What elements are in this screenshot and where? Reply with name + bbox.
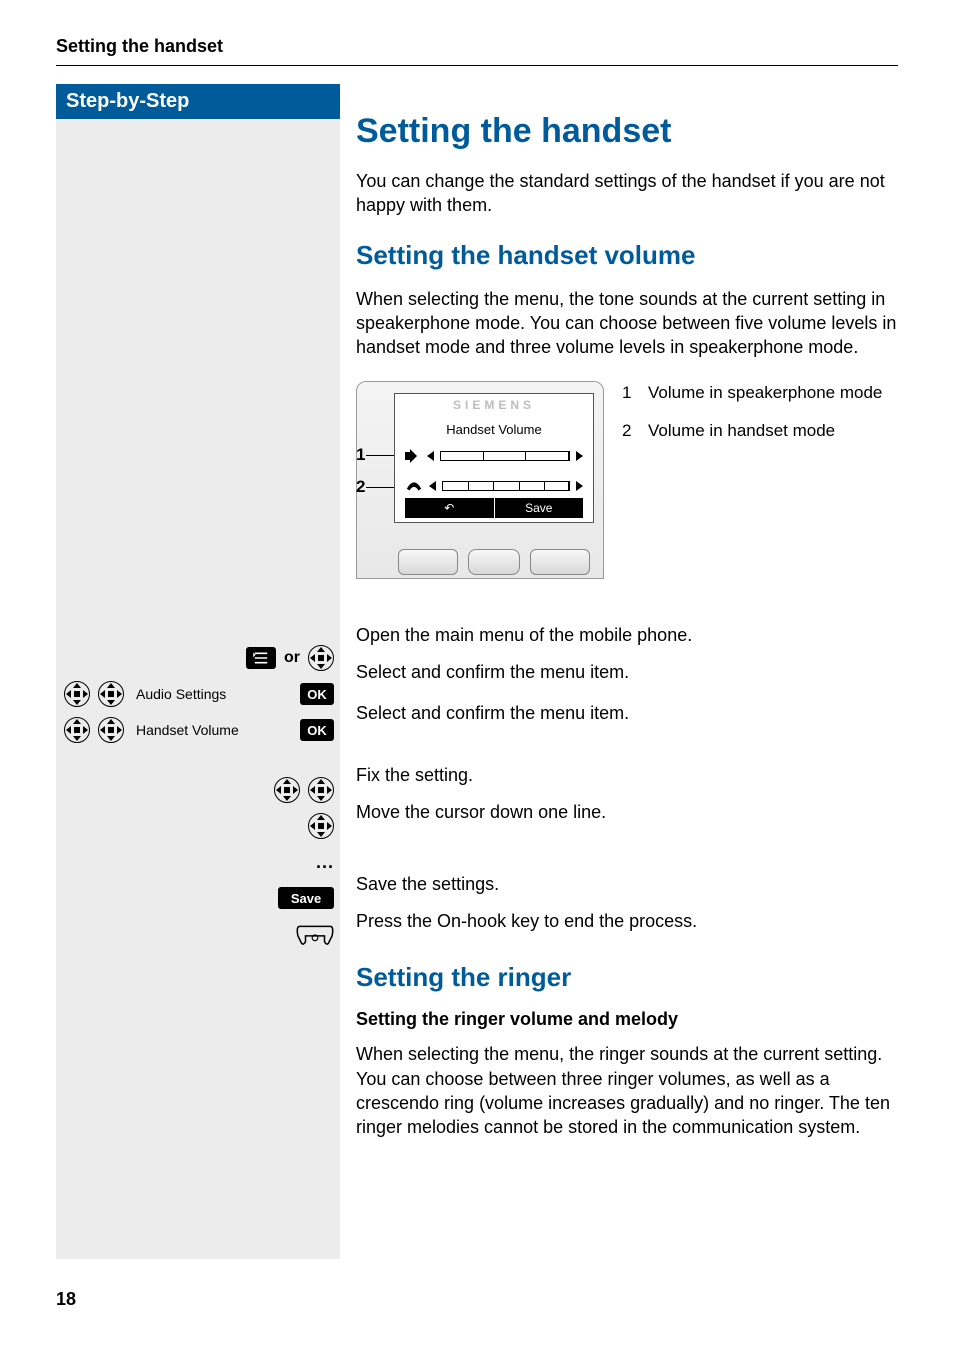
nav-pad-icon xyxy=(98,681,124,707)
arrow-left-icon xyxy=(427,451,434,461)
step-move-down: Move the cursor down one line. xyxy=(356,797,898,827)
sidebar: Step-by-Step or Audio Settings OK xyxy=(56,84,340,1259)
page-title: Setting the handset xyxy=(356,112,898,151)
diagram-legend: 1 Volume in speakerphone mode 2 Volume i… xyxy=(622,381,882,457)
legend-number-1: 1 xyxy=(622,381,638,405)
step-onhook xyxy=(62,919,334,949)
nav-pad-icon xyxy=(308,813,334,839)
arrow-left-icon xyxy=(429,481,436,491)
device-button-left xyxy=(398,549,458,575)
running-header: Setting the handset xyxy=(56,36,898,57)
save-badge: Save xyxy=(278,887,334,909)
onhook-key-icon xyxy=(296,922,334,946)
section-volume-title: Setting the handset volume xyxy=(356,240,898,271)
handset-diagram: 1 2 SIEMENS Handset Volume xyxy=(356,381,604,579)
nav-pad-icon xyxy=(274,777,300,803)
device-brand: SIEMENS xyxy=(395,398,593,412)
step-move-down-icons xyxy=(62,811,334,841)
sidebar-title: Step-by-Step xyxy=(56,84,340,119)
ok-badge: OK xyxy=(300,683,334,705)
audio-settings-label: Audio Settings xyxy=(132,686,292,702)
arrow-right-icon xyxy=(576,481,583,491)
device-navpad xyxy=(468,549,520,575)
legend-text-2: Volume in handset mode xyxy=(648,419,835,443)
menu-icon xyxy=(246,647,276,669)
diagram-callout-1: 1 xyxy=(356,445,365,465)
ellipsis-label: ... xyxy=(316,852,334,873)
volume-paragraph: When selecting the menu, the tone sounds… xyxy=(356,287,898,360)
nav-pad-icon xyxy=(308,645,334,671)
legend-text-1: Volume in speakerphone mode xyxy=(648,381,882,405)
intro-paragraph: You can change the standard settings of … xyxy=(356,169,898,218)
step-open-menu-icons: or xyxy=(62,643,334,673)
nav-pad-icon xyxy=(98,717,124,743)
step-save: Save xyxy=(62,883,334,913)
handset-volume-track xyxy=(442,481,570,491)
speaker-volume-track xyxy=(440,451,570,461)
nav-pad-icon xyxy=(308,777,334,803)
step-fix-setting: Fix the setting. xyxy=(356,760,898,790)
nav-pad-icon xyxy=(64,717,90,743)
arrow-right-icon xyxy=(576,451,583,461)
main-content: Setting the handset You can change the s… xyxy=(340,84,898,1259)
page-number: 18 xyxy=(56,1289,898,1310)
ringer-subheading: Setting the ringer volume and melody xyxy=(356,1009,898,1030)
step-audio-settings: Audio Settings OK xyxy=(62,679,334,709)
softkey-save: Save xyxy=(495,498,584,518)
device-button-right xyxy=(530,549,590,575)
step-handset-volume: Handset Volume OK xyxy=(62,715,334,745)
section-ringer-title: Setting the ringer xyxy=(356,962,898,993)
or-label: or xyxy=(284,649,300,667)
softkey-back: ↶ xyxy=(405,498,495,518)
handset-volume-label: Handset Volume xyxy=(132,722,292,738)
ringer-paragraph: When selecting the menu, the ringer soun… xyxy=(356,1042,898,1139)
step-select-audio: Select and confirm the menu item. xyxy=(356,657,898,687)
header-rule xyxy=(56,65,898,66)
diagram-callout-2: 2 xyxy=(356,477,365,497)
step-ellipsis: ... xyxy=(62,847,334,877)
nav-pad-icon xyxy=(64,681,90,707)
step-open-menu: Open the main menu of the mobile phone. xyxy=(356,620,898,650)
handset-icon xyxy=(405,479,423,493)
screen-title: Handset Volume xyxy=(395,422,593,437)
step-fix-setting-icons xyxy=(62,775,334,805)
step-select-volume: Select and confirm the menu item. xyxy=(356,694,898,732)
step-save-settings: Save the settings. xyxy=(356,869,898,899)
speaker-icon xyxy=(405,449,421,463)
ok-badge: OK xyxy=(300,719,334,741)
step-onhook-end: Press the On-hook key to end the process… xyxy=(356,906,898,936)
legend-number-2: 2 xyxy=(622,419,638,443)
